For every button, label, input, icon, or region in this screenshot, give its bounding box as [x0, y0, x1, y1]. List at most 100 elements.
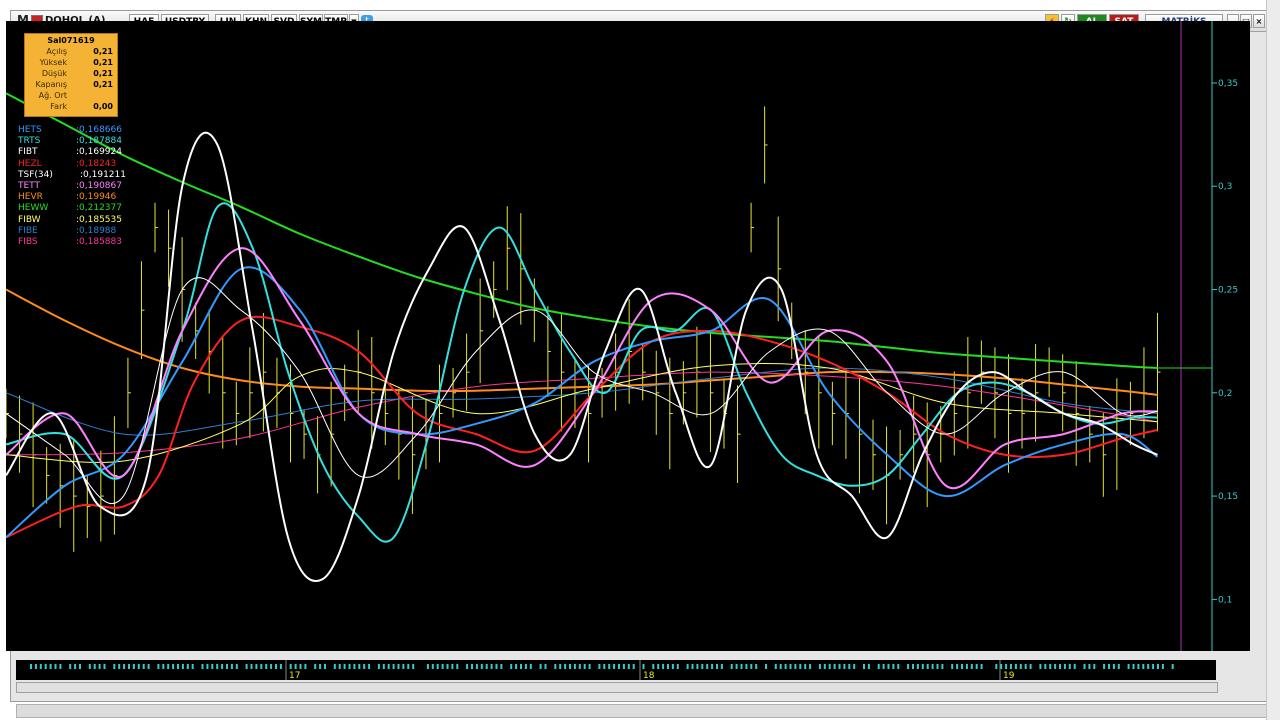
x-tick-mark	[137, 664, 140, 669]
x-tick-mark	[377, 664, 380, 669]
x-tick-mark	[588, 664, 591, 669]
x-tick-mark	[324, 664, 326, 669]
x-tick-mark	[431, 664, 434, 669]
x-tick-mark	[779, 664, 782, 669]
x-tick-mark	[1103, 664, 1106, 669]
x-tick-mark	[784, 664, 787, 669]
x-axis: 17 18 19	[16, 660, 1216, 680]
x-tick-mark	[230, 664, 233, 669]
price-chart[interactable]: 0,35 0,3 0,25 0,2 0,15 0,1	[6, 21, 1250, 651]
x-tick-mark	[1049, 664, 1052, 669]
app: M DOHOL (A) HAF USDTRY LIN KHN SVD SYM T…	[0, 0, 1280, 720]
x-tick-mark	[980, 664, 983, 669]
x-tick-mark	[412, 664, 415, 669]
window-horizontal-scrollbar[interactable]	[16, 704, 1268, 718]
x-tick-mark	[1117, 664, 1120, 669]
x-tick-mark	[676, 664, 679, 669]
info-key: Kapanış	[35, 80, 67, 89]
x-tick-mark	[716, 664, 718, 669]
x-tick-mark	[397, 664, 400, 669]
legend-name: TSF(34)	[18, 169, 53, 180]
x-tick-mark	[74, 664, 77, 669]
x-tick-mark	[877, 664, 880, 669]
x-tick-mark	[554, 664, 557, 669]
x-tick-mark	[44, 664, 47, 669]
x-tick-mark	[740, 664, 743, 669]
x-tick-mark	[475, 664, 478, 669]
x-tick-mark	[128, 664, 130, 669]
x-tick-mark	[774, 664, 777, 669]
legend-value: :0,185883	[76, 237, 122, 247]
x-tick-mark	[632, 664, 635, 669]
chart-horizontal-scrollbar[interactable]	[16, 682, 1218, 693]
x-tick-mark	[657, 664, 660, 669]
info-value: 0,21	[93, 47, 113, 56]
x-tick-mark	[1063, 664, 1066, 669]
y-tick-label: 0,1	[1218, 595, 1232, 605]
x-tick-mark	[265, 664, 268, 669]
x-tick-mark	[887, 664, 890, 669]
x-tick-mark	[1024, 664, 1027, 669]
x-tick-mark	[343, 664, 346, 669]
x-tick-label: 19	[1003, 671, 1015, 680]
x-tick-mark	[446, 664, 449, 669]
x-tick-mark	[441, 664, 444, 669]
x-tick-mark	[1152, 664, 1155, 669]
close-icon[interactable]: ×	[1253, 14, 1265, 28]
legend-value: :0,191211	[80, 169, 126, 180]
x-tick-mark	[245, 664, 248, 669]
x-tick-mark	[907, 664, 910, 669]
x-tick-mark	[1127, 664, 1130, 669]
x-tick-mark	[520, 664, 522, 669]
legend-value: :0,185535	[76, 214, 122, 225]
x-tick-mark	[235, 664, 238, 669]
x-tick-mark	[147, 664, 150, 669]
x-tick-mark	[804, 664, 807, 669]
x-tick-mark	[59, 664, 62, 669]
x-tick-mark	[794, 664, 797, 669]
x-tick-mark	[843, 664, 846, 669]
x-tick-mark	[1108, 664, 1110, 669]
x-tick-mark	[863, 664, 865, 669]
x-tick-mark	[936, 664, 939, 669]
x-tick-mark	[912, 664, 914, 669]
x-tick-mark	[961, 664, 963, 669]
x-tick-mark	[34, 664, 37, 669]
info-value: 0,21	[93, 80, 113, 89]
x-tick-mark	[897, 664, 900, 669]
x-tick-mark	[1157, 664, 1159, 669]
x-tick-mark	[691, 664, 694, 669]
x-tick-mark	[39, 664, 42, 669]
x-tick-mark	[275, 664, 277, 669]
x-tick-mark	[818, 664, 821, 669]
x-tick-mark	[573, 664, 576, 669]
y-tick-label: 0,3	[1218, 182, 1232, 192]
x-tick-mark	[201, 664, 204, 669]
x-tick-mark	[348, 664, 351, 669]
x-tick-mark	[402, 664, 405, 669]
series-line-fibw	[6, 362, 1158, 463]
x-tick-mark	[1132, 664, 1135, 669]
window-vertical-scrollbar[interactable]	[1266, 0, 1280, 720]
chart-canvas[interactable]: 0,35 0,3 0,25 0,2 0,15 0,1	[6, 21, 1250, 651]
legend-name: FIBW	[18, 214, 41, 225]
x-tick-mark	[98, 664, 101, 669]
x-tick-mark	[186, 664, 189, 669]
x-tick-mark	[221, 664, 224, 669]
x-tick-mark	[853, 664, 856, 669]
x-tick-mark	[471, 664, 473, 669]
legend-name: FIBE	[18, 225, 38, 236]
x-tick-mark	[157, 664, 160, 669]
x-tick-mark	[823, 664, 826, 669]
info-value: 0,21	[93, 58, 113, 67]
x-tick-mark	[1171, 664, 1174, 669]
x-tick-mark	[559, 664, 562, 669]
x-tick-mark	[279, 664, 282, 669]
y-tick-label: 0,2	[1218, 389, 1232, 399]
legend-value: :0,190867	[76, 181, 122, 191]
x-tick-mark	[583, 664, 586, 669]
x-tick-mark	[1112, 664, 1115, 669]
x-tick-mark	[652, 664, 655, 669]
x-tick-mark	[1073, 664, 1076, 669]
x-tick-mark	[436, 664, 439, 669]
